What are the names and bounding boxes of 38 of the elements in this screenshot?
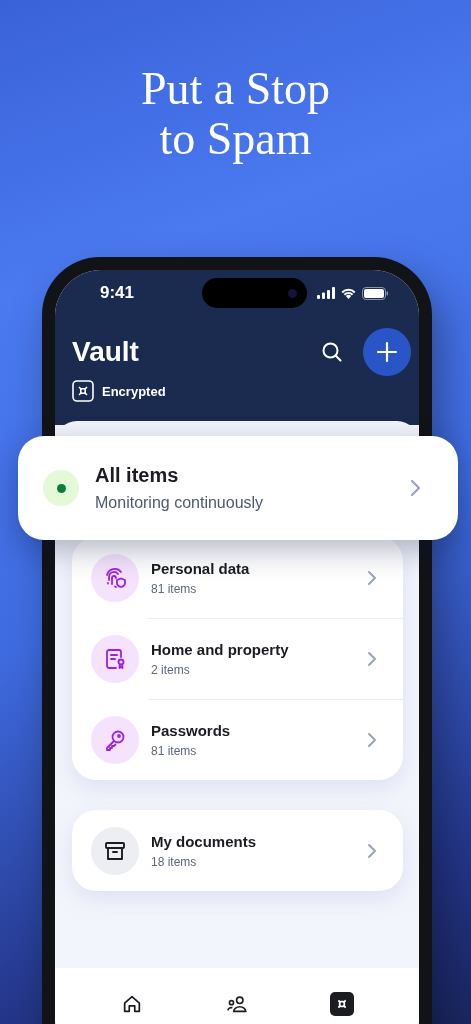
tab-button[interactable]	[330, 992, 354, 1016]
chevron-icon	[367, 650, 377, 667]
people-icon	[226, 993, 248, 1015]
category-row[interactable]: Home and property 2 items	[72, 618, 403, 699]
category-row[interactable]: Personal data 81 items	[72, 537, 403, 618]
battery-icon	[362, 286, 389, 300]
status-time: 9:41	[100, 283, 136, 303]
wifi-icon	[340, 287, 357, 299]
category-title: My documents	[151, 832, 257, 850]
item-count: 81 items	[151, 581, 198, 596]
chevron-icon	[410, 479, 422, 497]
item-count: 18 items	[151, 854, 198, 869]
signal-icon	[317, 287, 335, 299]
search-icon	[321, 341, 343, 363]
documents-card[interactable]: My documents 18 items	[72, 810, 403, 891]
category-title: Personal data	[151, 559, 251, 577]
category-title: Passwords	[151, 721, 232, 739]
item-count: 2 items	[151, 662, 191, 677]
encrypted-label: Encrypted	[102, 383, 166, 399]
plus-icon	[376, 341, 398, 363]
all-items-card[interactable]: All items Monitoring continuously	[18, 436, 458, 540]
chevron-icon	[367, 731, 377, 748]
vault-title: Vault	[72, 336, 139, 368]
chevron-icon	[367, 842, 377, 859]
search-button[interactable]	[321, 341, 343, 363]
headline: Put a Stop to Spam	[139, 64, 332, 164]
category-title: Home and property	[151, 640, 290, 658]
document-award-icon	[103, 646, 127, 671]
add-button[interactable]	[363, 328, 411, 376]
all-items-title: All items	[95, 464, 180, 487]
category-row[interactable]: Passwords 81 items	[72, 699, 403, 780]
item-count: 81 items	[151, 743, 198, 758]
vault-icon	[72, 380, 94, 402]
home-icon	[121, 993, 143, 1015]
all-items-subtitle: Monitoring continuously	[95, 494, 265, 512]
fingerprint-shield-icon	[103, 565, 127, 590]
chevron-icon	[367, 569, 377, 586]
status-dot-icon	[43, 470, 79, 506]
